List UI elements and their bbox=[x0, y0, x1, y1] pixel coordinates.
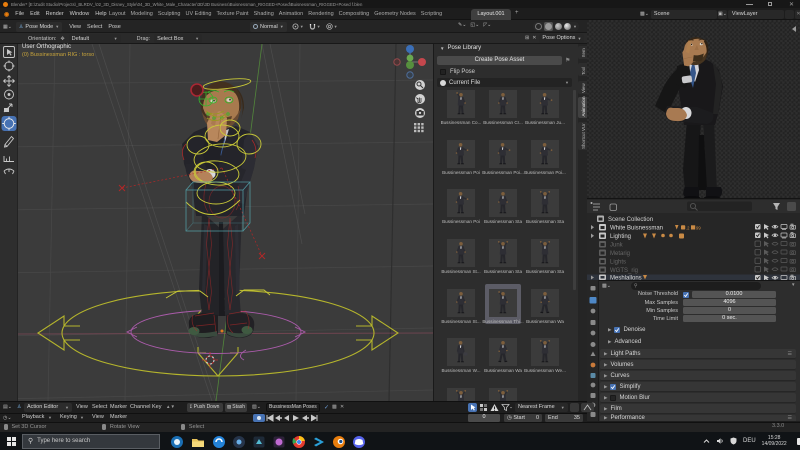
svg-text:Scene Collection: Scene Collection bbox=[608, 217, 653, 223]
svg-text:Item: Item bbox=[581, 48, 586, 57]
svg-text:Animation: Animation bbox=[581, 96, 586, 117]
svg-text:Lights: Lights bbox=[610, 260, 626, 266]
svg-text:99: 99 bbox=[696, 225, 701, 230]
svg-text:Tool: Tool bbox=[581, 67, 586, 75]
svg-text:Lighting: Lighting bbox=[610, 234, 631, 240]
svg-text:Metarig: Metarig bbox=[610, 251, 630, 257]
svg-text:Junk: Junk bbox=[610, 243, 624, 249]
svg-text:View: View bbox=[581, 83, 586, 93]
svg-text:.2: .2 bbox=[686, 225, 690, 230]
svg-text:White Buisnessman: White Buisnessman bbox=[610, 226, 663, 232]
svg-text:Shortcut VUr: Shortcut VUr bbox=[581, 123, 586, 149]
svg-text:WGTS_rig: WGTS_rig bbox=[610, 268, 638, 274]
